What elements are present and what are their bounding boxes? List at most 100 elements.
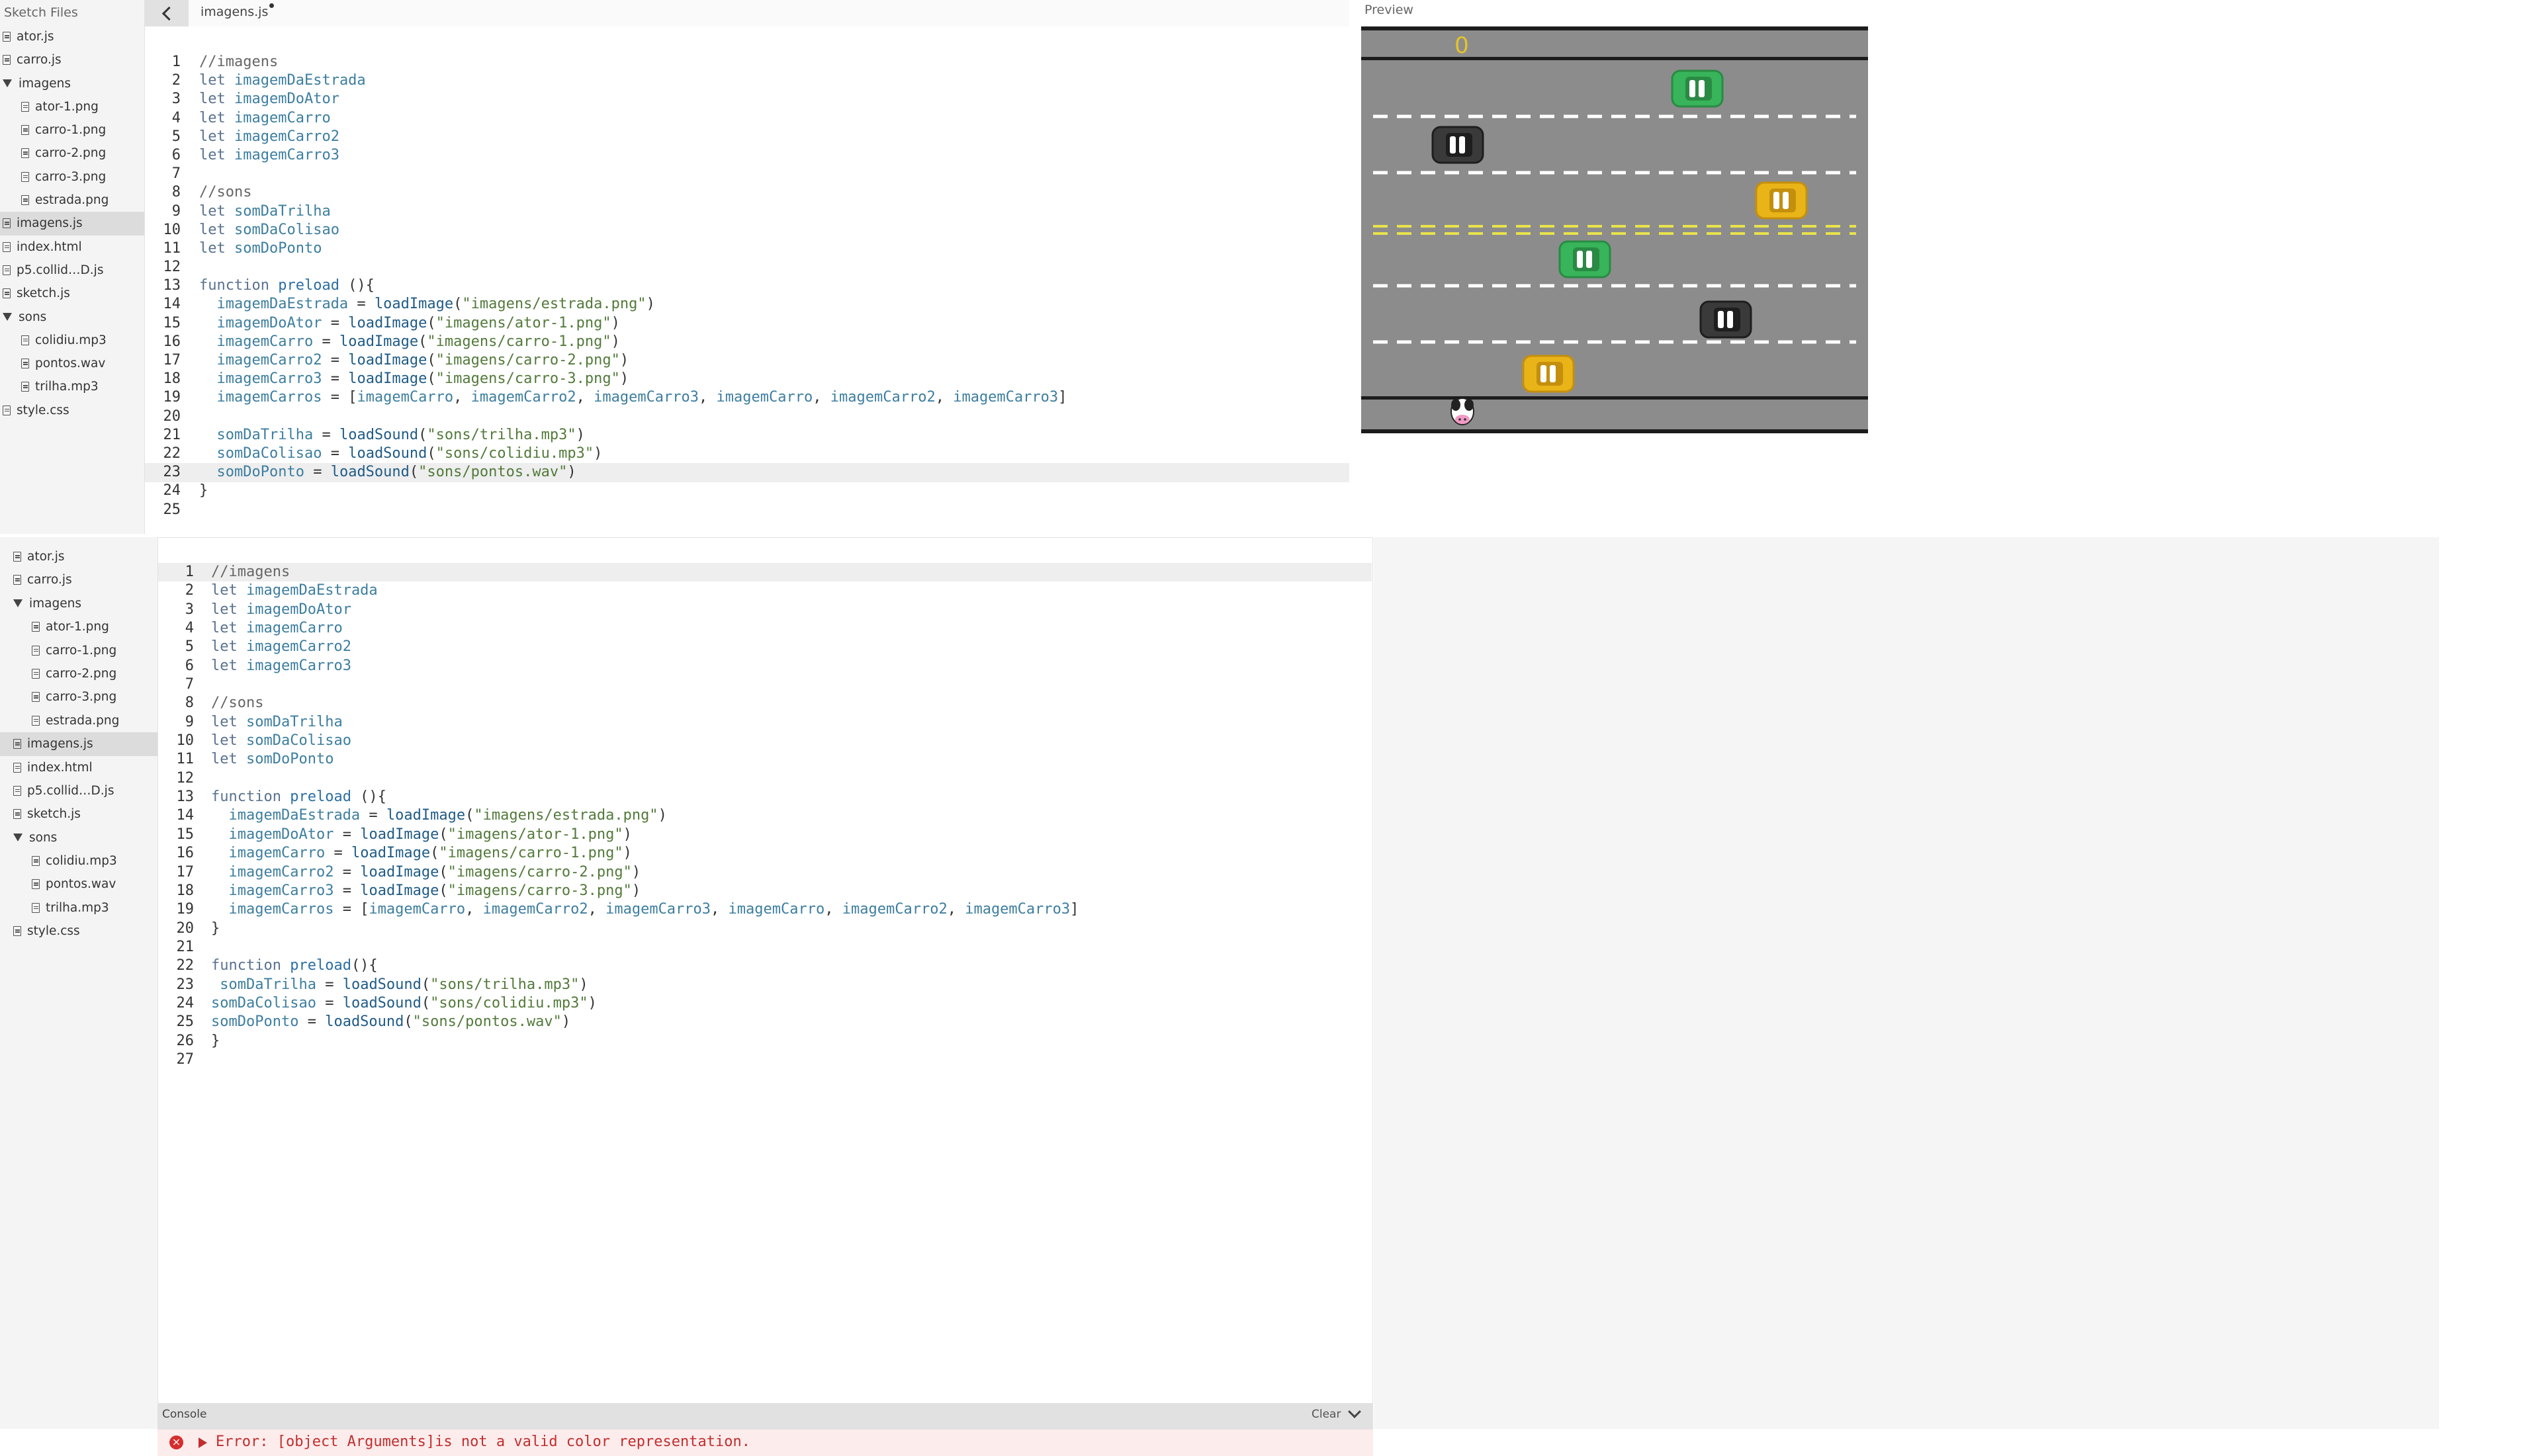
folder-item-sons[interactable]: sons [0, 306, 144, 329]
file-item[interactable]: ator.js [0, 25, 144, 48]
code-line[interactable]: somDaColisao = loadSound("sons/colidiu.m… [211, 994, 1079, 1013]
code-line[interactable]: //sons [211, 694, 1079, 712]
code-line[interactable] [199, 165, 1067, 183]
file-item[interactable]: sketch.js [0, 282, 144, 305]
code-line[interactable]: let imagemCarro3 [211, 657, 1079, 675]
editor-tab-filename[interactable]: imagens.js [201, 0, 275, 24]
file-item[interactable]: p5.collid…D.js [0, 259, 144, 282]
file-item[interactable]: carro-2.png [0, 142, 144, 165]
file-item[interactable]: carro.js [0, 48, 144, 71]
code-line[interactable]: function preload (){ [211, 788, 1079, 806]
file-item[interactable]: index.html [0, 756, 157, 779]
code-line[interactable]: } [199, 482, 1067, 500]
folder-item-sons[interactable]: sons [0, 826, 157, 849]
code-line[interactable]: let imagemCarro [211, 619, 1079, 638]
file-item[interactable]: estrada.png [0, 709, 157, 732]
file-item[interactable]: ator-1.png [0, 95, 144, 118]
file-item[interactable]: ator.js [0, 545, 157, 568]
code-line[interactable]: imagemDaEstrada = loadImage("imagens/est… [199, 295, 1067, 314]
code-line[interactable]: } [211, 1032, 1079, 1050]
file-item[interactable]: carro-3.png [0, 685, 157, 708]
console-collapse-button[interactable] [1348, 1405, 1361, 1418]
code-line[interactable]: imagemCarros = [imagemCarro, imagemCarro… [199, 388, 1067, 407]
code-line[interactable]: let somDaTrilha [199, 202, 1067, 221]
file-item[interactable]: style.css [0, 920, 157, 943]
file-item[interactable]: ator-1.png [0, 615, 157, 638]
code-line[interactable] [211, 769, 1079, 788]
code-line[interactable]: imagemDaEstrada = loadImage("imagens/est… [211, 806, 1079, 825]
console-clear-button[interactable]: Clear [1312, 1408, 1341, 1421]
code-line[interactable]: let imagemDoAtor [211, 601, 1079, 619]
file-item[interactable]: sketch.js [0, 802, 157, 826]
code-line[interactable]: let somDaColisao [211, 732, 1079, 750]
preview-canvas[interactable]: 0 [1361, 26, 1868, 433]
file-item[interactable]: trilha.mp3 [0, 375, 144, 398]
file-item[interactable]: carro-1.png [0, 118, 144, 142]
code-line[interactable] [199, 258, 1067, 277]
file-item[interactable]: imagens.js [0, 212, 144, 236]
file-item[interactable]: index.html [0, 236, 144, 259]
code-line[interactable]: let imagemDaEstrada [199, 71, 1067, 90]
code-line[interactable]: somDaTrilha = loadSound("sons/trilha.mp3… [211, 976, 1079, 994]
code-line[interactable]: } [211, 920, 1079, 938]
code-line[interactable]: imagemDoAtor = loadImage("imagens/ator-1… [211, 826, 1079, 844]
code-line[interactable] [199, 501, 1067, 519]
file-item[interactable]: colidiu.mp3 [0, 849, 157, 873]
file-item[interactable]: colidiu.mp3 [0, 329, 144, 352]
code-line[interactable]: somDaTrilha = loadSound("sons/trilha.mp3… [199, 426, 1067, 445]
code-line[interactable]: imagemCarro = loadImage("imagens/carro-1… [211, 844, 1079, 863]
code-line[interactable]: imagemCarro3 = loadImage("imagens/carro-… [211, 882, 1079, 900]
file-icon [32, 856, 40, 867]
code-line[interactable]: imagemCarro2 = loadImage("imagens/carro-… [211, 863, 1079, 882]
code-line[interactable]: function preload(){ [211, 957, 1079, 975]
bottom-code-editor[interactable]: 1 2 3 4 5 6 7 8 9 10 11 12 13 14 15 16 17 18 19 20 21 22 23 24 2… [157, 537, 1373, 1408]
code-line[interactable]: let imagemCarro [199, 109, 1067, 128]
file-item[interactable]: p5.collid…D.js [0, 779, 157, 802]
file-item[interactable]: pontos.wav [0, 352, 144, 375]
code-line[interactable] [199, 407, 1067, 426]
code-line[interactable]: //imagens [211, 563, 1079, 581]
code-line[interactable] [211, 938, 1079, 957]
code-line[interactable]: somDoPonto = loadSound("sons/pontos.wav"… [199, 463, 1067, 482]
folder-item-imagens[interactable]: imagens [0, 72, 144, 95]
file-item[interactable]: imagens.js [0, 732, 157, 756]
code-line[interactable]: imagemDoAtor = loadImage("imagens/ator-1… [199, 314, 1067, 333]
file-icon [21, 171, 29, 182]
code-line[interactable]: function preload (){ [199, 277, 1067, 295]
file-item[interactable]: carro-1.png [0, 639, 157, 662]
code-line[interactable]: imagemCarro3 = loadImage("imagens/carro-… [199, 370, 1067, 388]
code-line[interactable]: let somDaColisao [199, 221, 1067, 239]
file-icon [3, 32, 11, 42]
code-line[interactable]: let imagemCarro3 [199, 146, 1067, 165]
file-item[interactable]: carro-2.png [0, 662, 157, 685]
code-line[interactable]: //imagens [199, 53, 1067, 71]
top-code-editor[interactable]: 1 2 3 4 5 6 7 8 9 10 11 12 13 14 15 16 17 18 19 20 21 22 23 24 2… [145, 26, 1349, 534]
expand-arrow-icon[interactable] [199, 1437, 207, 1448]
code-line[interactable] [211, 1050, 1079, 1069]
code-line[interactable]: let somDoPonto [199, 239, 1067, 258]
car-yellow [1755, 181, 1808, 220]
code-line[interactable]: somDaColisao = loadSound("sons/colidiu.m… [199, 445, 1067, 463]
code-line[interactable]: let imagemDaEstrada [211, 581, 1079, 600]
code-content[interactable]: //imagens let imagemDaEstrada let imagemDo… [211, 563, 1079, 1069]
code-line[interactable]: imagemCarro2 = loadImage("imagens/carro-… [199, 351, 1067, 370]
code-line[interactable]: let somDaTrilha [211, 713, 1079, 732]
code-line[interactable]: let imagemCarro2 [199, 128, 1067, 146]
file-item[interactable]: estrada.png [0, 189, 144, 212]
code-line[interactable]: let imagemDoAtor [199, 90, 1067, 108]
code-line[interactable]: imagemCarros = [imagemCarro, imagemCarro… [211, 900, 1079, 919]
code-line[interactable]: somDoPonto = loadSound("sons/pontos.wav"… [211, 1013, 1079, 1031]
file-item[interactable]: carro-3.png [0, 165, 144, 189]
code-line[interactable] [211, 675, 1079, 694]
code-line[interactable]: //sons [199, 183, 1067, 202]
file-item[interactable]: style.css [0, 399, 144, 422]
code-line[interactable]: imagemCarro = loadImage("imagens/carro-1… [199, 333, 1067, 351]
code-line[interactable]: let somDoPonto [211, 750, 1079, 769]
collapse-sidebar-button[interactable] [145, 0, 189, 26]
code-content[interactable]: //imagens let imagemDaEstrada let imagemDo… [199, 53, 1067, 519]
file-item[interactable]: carro.js [0, 568, 157, 591]
folder-item-imagens[interactable]: imagens [0, 592, 157, 615]
file-item[interactable]: trilha.mp3 [0, 896, 157, 920]
code-line[interactable]: let imagemCarro2 [211, 638, 1079, 656]
file-item[interactable]: pontos.wav [0, 873, 157, 896]
